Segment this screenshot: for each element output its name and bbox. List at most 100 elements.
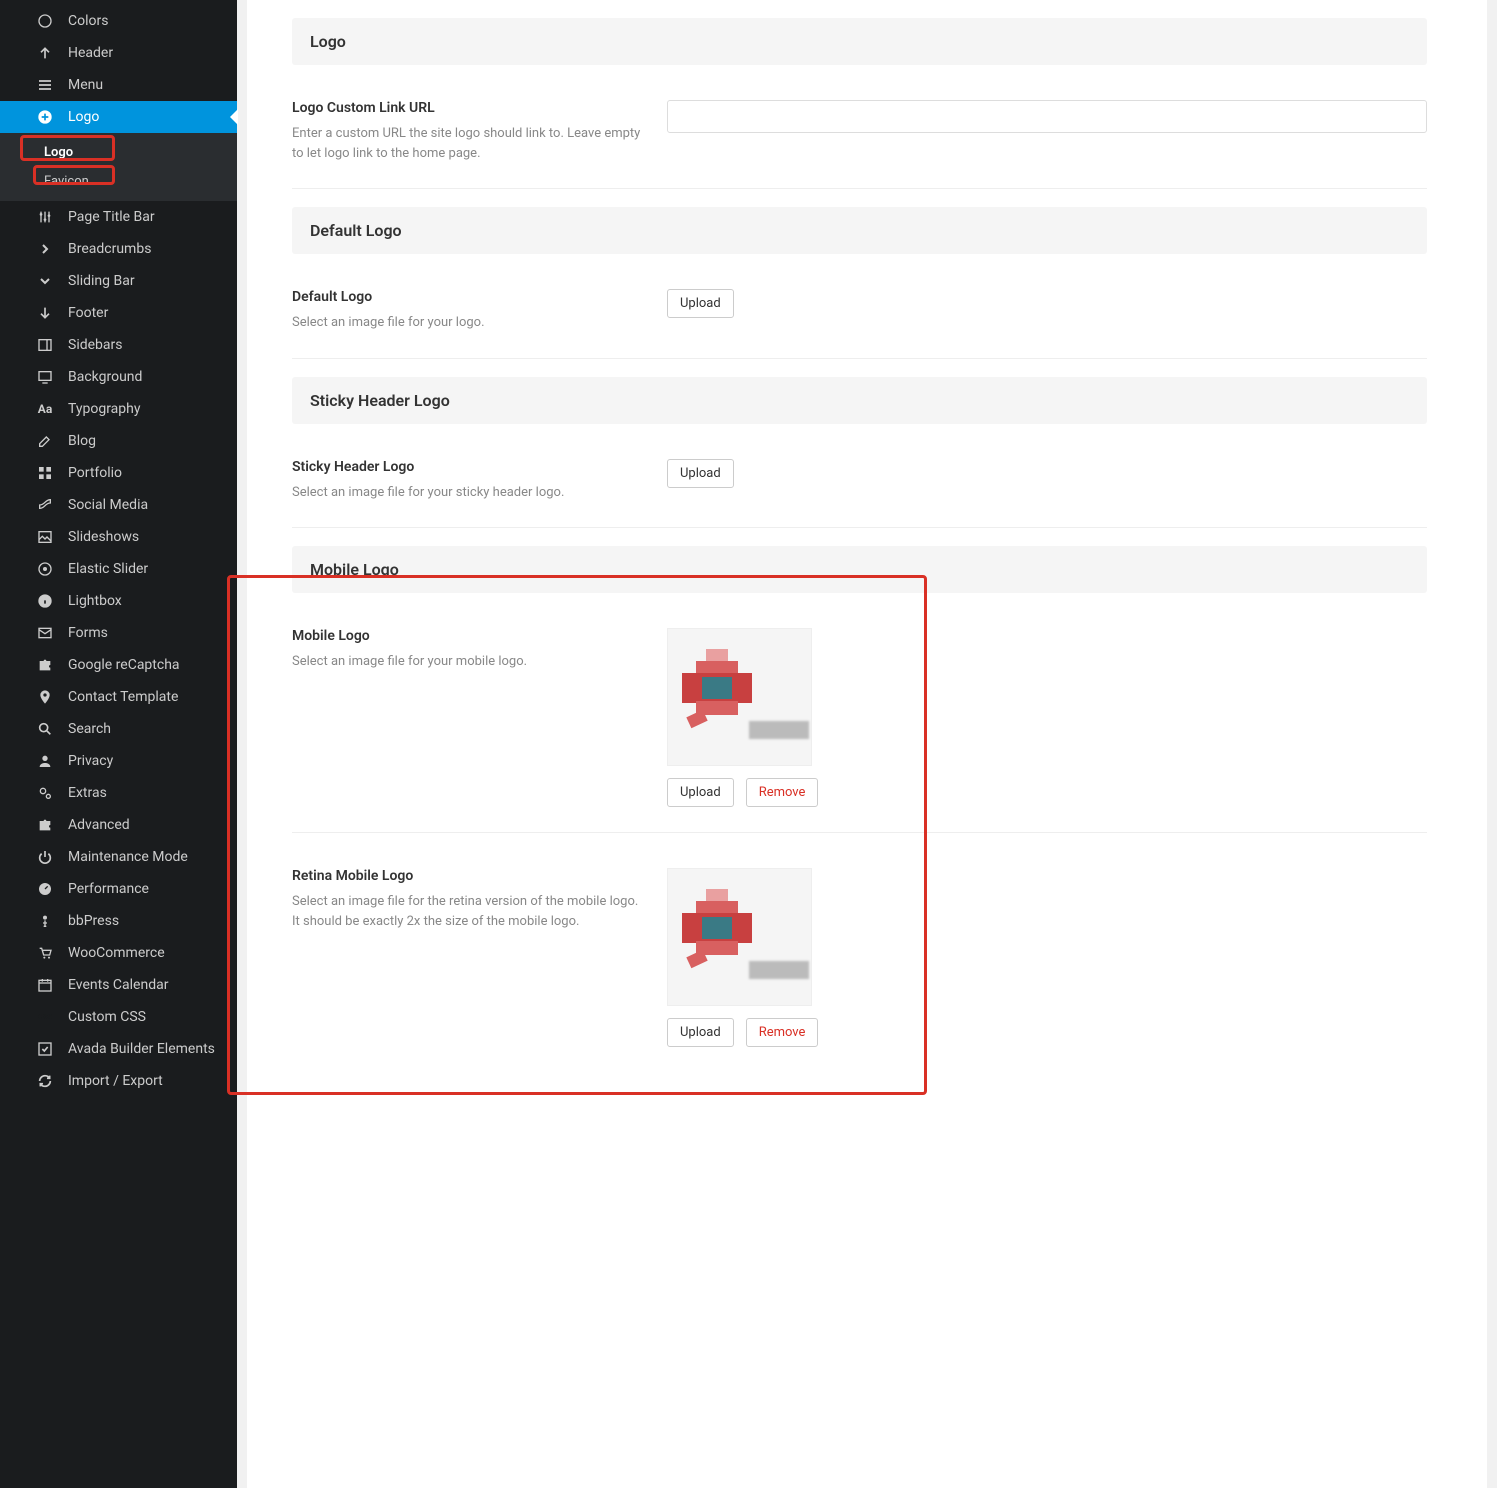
sidebar: Colors Header Menu Logo Logo Favicon Page … (0, 0, 237, 1488)
puzzle-icon (37, 657, 53, 673)
colors-icon (37, 13, 53, 29)
upload-button[interactable]: Upload (667, 778, 734, 807)
sidebar-item-logo[interactable]: Logo (0, 101, 237, 133)
sidebar-item-extras[interactable]: Extras (0, 777, 237, 809)
sidebar-item-label: Footer (68, 305, 108, 321)
arrow-up-icon (37, 45, 53, 61)
power-icon (37, 849, 53, 865)
remove-button[interactable]: Remove (746, 1018, 819, 1047)
arrow-down-icon (37, 305, 53, 321)
menu-icon (37, 77, 53, 93)
sidebar-item-social-media[interactable]: Social Media (0, 489, 237, 521)
field-title: Mobile Logo (292, 628, 647, 644)
sidebar-item-advanced[interactable]: Advanced (0, 809, 237, 841)
sidebar-item-colors[interactable]: Colors (0, 5, 237, 37)
gears-icon (37, 785, 53, 801)
sidebar-item-menu[interactable]: Menu (0, 69, 237, 101)
gauge-icon (37, 881, 53, 897)
field-desc: Select an image file for your sticky hea… (292, 483, 647, 503)
calendar-icon (37, 977, 53, 993)
sidebar-item-custom-css[interactable]: cssCustom CSS (0, 1001, 237, 1033)
sidebar-item-label: Social Media (68, 497, 148, 513)
sidebar-item-breadcrumbs[interactable]: Breadcrumbs (0, 233, 237, 265)
sidebar-item-avada-builder-elements[interactable]: Avada Builder Elements (0, 1033, 237, 1065)
chevron-down-icon (37, 273, 53, 289)
sidebar-item-label: Google reCaptcha (68, 657, 180, 673)
sidebar-item-events-calendar[interactable]: Events Calendar (0, 969, 237, 1001)
sidebar-item-blog[interactable]: Blog (0, 425, 237, 457)
sidebar-item-typography[interactable]: Aa Typography (0, 393, 237, 425)
share-icon (37, 497, 53, 513)
disc-icon (37, 561, 53, 577)
check-square-icon (37, 1041, 53, 1057)
retina-mobile-logo-preview (667, 868, 812, 1006)
sidebar-item-maintenance-mode[interactable]: Maintenance Mode (0, 841, 237, 873)
sidebar-item-label: Extras (68, 785, 107, 801)
sidebar-item-label: Colors (68, 13, 108, 29)
sidebar-item-label: Blog (68, 433, 96, 449)
sidebar-sub-logo[interactable]: Logo (0, 138, 237, 167)
sidebar-item-slideshows[interactable]: Slideshows (0, 521, 237, 553)
sidebar-item-label: Advanced (68, 817, 130, 833)
user-icon (37, 753, 53, 769)
upload-button[interactable]: Upload (667, 289, 734, 318)
sidebar-item-label: Slideshows (68, 529, 139, 545)
field-desc: Select an image file for your mobile log… (292, 652, 647, 672)
sidebar-item-bbpress[interactable]: bbPress (0, 905, 237, 937)
sidebar-item-label: WooCommerce (68, 945, 165, 961)
logo-url-input[interactable] (667, 100, 1427, 133)
sidebar-item-label: Typography (68, 401, 140, 417)
sidebar-item-footer[interactable]: Footer (0, 297, 237, 329)
sidebar-item-background[interactable]: Background (0, 361, 237, 393)
sidebar-subgroup-logo: Logo Favicon (0, 133, 237, 201)
sidebar-item-label: Forms (68, 625, 108, 641)
sidebar-item-privacy[interactable]: Privacy (0, 745, 237, 777)
sidebar-item-label: Page Title Bar (68, 209, 155, 225)
image-icon (37, 529, 53, 545)
field-mobile-logo: Mobile Logo Select an image file for you… (292, 593, 1427, 833)
sidebar-item-google-recaptcha[interactable]: Google reCaptcha (0, 649, 237, 681)
sidebar-item-lightbox[interactable]: Lightbox (0, 585, 237, 617)
person-icon (37, 913, 53, 929)
section-header-sticky-logo: Sticky Header Logo (292, 377, 1427, 424)
sidebar-item-sliding-bar[interactable]: Sliding Bar (0, 265, 237, 297)
layout-icon (37, 337, 53, 353)
sidebar-item-performance[interactable]: Performance (0, 873, 237, 905)
sidebar-item-label: Header (68, 45, 113, 61)
sidebar-item-search[interactable]: Search (0, 713, 237, 745)
section-header-logo: Logo (292, 18, 1427, 65)
sidebar-item-label: Background (68, 369, 142, 385)
monitor-icon (37, 369, 53, 385)
sidebar-item-contact-template[interactable]: Contact Template (0, 681, 237, 713)
remove-button[interactable]: Remove (746, 778, 819, 807)
field-desc: Select an image file for your logo. (292, 313, 647, 333)
edit-icon (37, 433, 53, 449)
field-desc: Enter a custom URL the site logo should … (292, 124, 647, 163)
typography-icon: Aa (37, 401, 53, 417)
sidebar-item-header[interactable]: Header (0, 37, 237, 69)
section-header-mobile-logo: Mobile Logo (292, 546, 1427, 593)
refresh-icon (37, 1073, 53, 1089)
sidebar-item-label: Breadcrumbs (68, 241, 151, 257)
upload-button[interactable]: Upload (667, 1018, 734, 1047)
field-desc: Select an image file for the retina vers… (292, 892, 647, 931)
sidebar-item-portfolio[interactable]: Portfolio (0, 457, 237, 489)
sidebar-item-sidebars[interactable]: Sidebars (0, 329, 237, 361)
sidebar-item-label: Contact Template (68, 689, 178, 705)
sidebar-item-import-/-export[interactable]: Import / Export (0, 1065, 237, 1097)
sidebar-item-label: Search (68, 721, 111, 737)
sidebar-item-label: Maintenance Mode (68, 849, 188, 865)
field-sticky-logo: Sticky Header Logo Select an image file … (292, 424, 1427, 529)
sidebar-item-elastic-slider[interactable]: Elastic Slider (0, 553, 237, 585)
sidebar-item-label: Sidebars (68, 337, 122, 353)
sidebar-item-woocommerce[interactable]: WooCommerce (0, 937, 237, 969)
sidebar-item-forms[interactable]: Forms (0, 617, 237, 649)
field-title: Retina Mobile Logo (292, 868, 647, 884)
mobile-logo-preview (667, 628, 812, 766)
sidebar-item-page-title-bar[interactable]: Page Title Bar (0, 201, 237, 233)
sidebar-sub-favicon[interactable]: Favicon (0, 167, 237, 196)
sidebar-item-label: Menu (68, 77, 103, 93)
upload-button[interactable]: Upload (667, 459, 734, 488)
sliders-icon (37, 209, 53, 225)
info-icon (37, 593, 53, 609)
